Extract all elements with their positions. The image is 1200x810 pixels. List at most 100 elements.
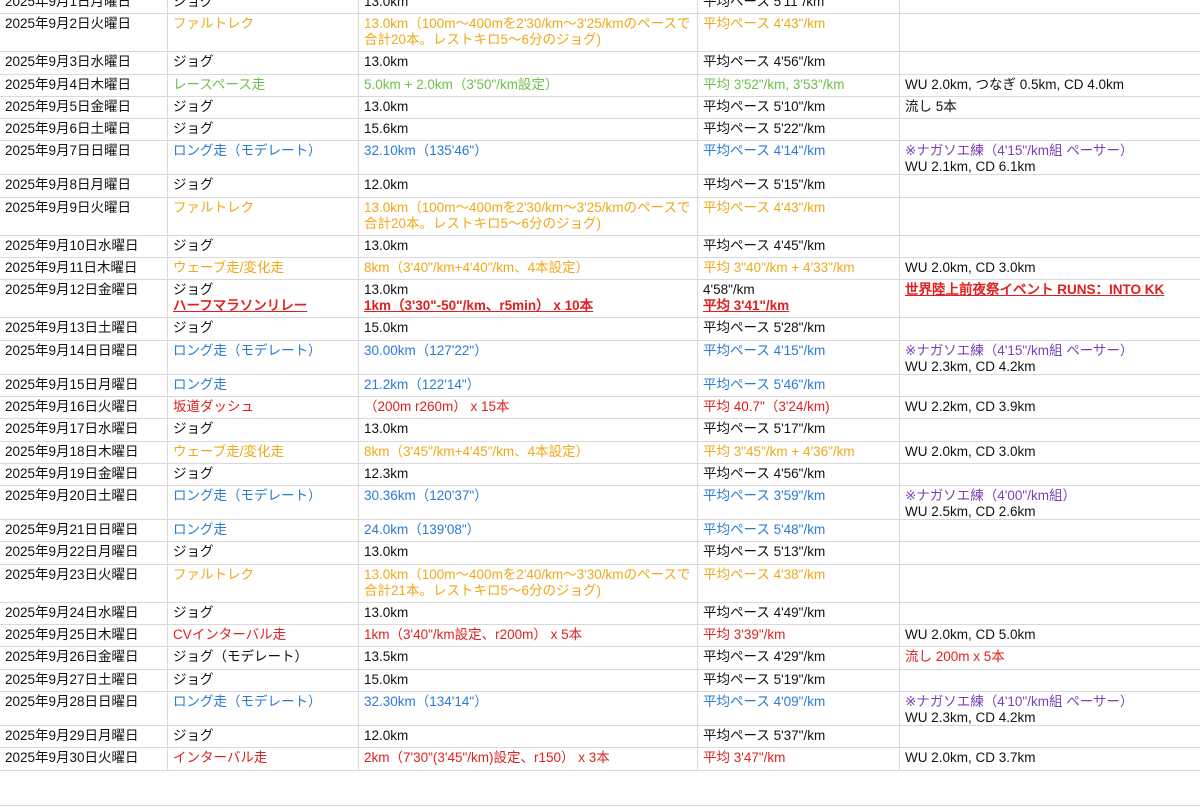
note-cell[interactable] <box>900 236 1200 257</box>
pace-cell[interactable]: 平均ペース 4'09"/km <box>698 691 900 725</box>
date-cell[interactable]: 2025年9月4日木曜日 <box>0 74 168 96</box>
date-cell[interactable]: 2025年9月2日火曜日 <box>0 14 168 52</box>
type-cell[interactable]: ファルトレク <box>168 564 359 602</box>
note-cell[interactable] <box>900 198 1200 235</box>
date-cell[interactable]: 2025年9月28日日曜日 <box>0 691 168 725</box>
distance-cell[interactable]: 13.5km <box>359 647 698 669</box>
table-row[interactable]: 2025年9月24日水曜日 ジョグ 13.0km 平均ペース 4'49"/km <box>0 602 1200 626</box>
type-cell[interactable]: ウェーブ走/変化走 <box>168 258 359 280</box>
table-row[interactable]: 2025年9月14日日曜日 ロング走（モデレート） 30.00km（127'22"）… <box>0 340 1200 375</box>
distance-cell[interactable]: 15.0km <box>359 318 698 340</box>
table-row[interactable]: 2025年9月19日金曜日 ジョグ 12.3km 平均ペース 4'56"/km <box>0 463 1200 487</box>
note-cell[interactable] <box>900 119 1200 140</box>
type-cell[interactable]: ファルトレク <box>168 197 359 235</box>
date-cell[interactable]: 2025年9月1日月曜日 <box>0 0 168 14</box>
type-cell[interactable]: ジョグ <box>168 542 359 564</box>
distance-cell[interactable]: 13.0km <box>359 419 698 441</box>
distance-cell[interactable]: 12.0km <box>359 175 698 197</box>
type-cell[interactable]: ジョグ <box>168 318 359 340</box>
distance-cell[interactable]: （200m r260m） x 15本 <box>359 396 698 419</box>
distance-cell[interactable]: 8km（3'45"/km+4'45"/km、4本設定） <box>359 441 698 463</box>
note-cell[interactable]: ※ナガソエ練（4'00"/km組） WU 2.5km, CD 2.6km <box>900 486 1200 519</box>
pace-cell[interactable]: 平均ペース 5'37"/km <box>698 725 900 748</box>
note-cell[interactable] <box>900 419 1200 440</box>
table-row[interactable]: 2025年9月6日土曜日 ジョグ 15.6km 平均ペース 5'22"/km <box>0 119 1200 142</box>
type-cell[interactable]: ジョグ <box>168 725 359 748</box>
pace-cell[interactable]: 平均ペース 5'28"/km <box>698 318 900 340</box>
pace-cell[interactable]: 平均ペース 4'38"/km <box>698 564 900 602</box>
distance-cell[interactable]: 30.36km（120'37"） <box>359 486 698 520</box>
pace-cell[interactable]: 平均ペース 5'17"/km <box>698 419 900 441</box>
distance-cell[interactable]: 15.6km <box>359 119 698 141</box>
type-cell[interactable]: ロング走（モデレート） <box>168 141 359 175</box>
distance-cell[interactable]: 15.0km <box>359 669 698 691</box>
table-row[interactable]: 2025年9月15日月曜日 ロング走 21.2km（122'14"） 平均ペース 5'… <box>0 374 1200 397</box>
distance-cell[interactable]: 13.0km <box>359 0 698 14</box>
date-cell[interactable]: 2025年9月13日土曜日 <box>0 318 168 340</box>
note-cell[interactable] <box>900 14 1200 51</box>
type-cell[interactable]: ウェーブ走/変化走 <box>168 441 359 463</box>
distance-cell[interactable]: 13.0km <box>359 235 698 258</box>
note-cell[interactable] <box>900 520 1200 541</box>
date-cell[interactable]: 2025年9月7日日曜日 <box>0 141 168 175</box>
date-cell[interactable]: 2025年9月24日水曜日 <box>0 602 168 625</box>
table-row[interactable]: 2025年9月25日木曜日 CVインターバル走 1km（3'40"/km設定、r20… <box>0 625 1200 648</box>
date-cell[interactable]: 2025年9月26日金曜日 <box>0 647 168 669</box>
pace-cell[interactable]: 平均ペース 4'56"/km <box>698 52 900 74</box>
table-row[interactable]: 2025年9月2日火曜日 ファルトレク 13.0km（100m〜400mを2'30/… <box>0 14 1200 53</box>
table-row[interactable]: 2025年9月5日金曜日 ジョグ 13.0km 平均ペース 5'10"/km 流し 5本 <box>0 96 1200 120</box>
date-cell[interactable]: 2025年9月22日月曜日 <box>0 542 168 564</box>
distance-cell[interactable]: 5.0km + 2.0km（3'50"/km設定） <box>359 74 698 96</box>
note-cell[interactable]: ※ナガソエ練（4'10"/km組 ペーサー） WU 2.3km, CD 4.2km <box>900 692 1200 725</box>
distance-cell[interactable]: 13.0km 1km（3'30"-50"/km、r5min） x 10本 <box>359 280 698 318</box>
distance-cell[interactable]: 13.0km（100m〜400mを2'30/km〜3'25/kmのペースで合計2… <box>359 14 698 52</box>
note-cell[interactable]: WU 2.2km, CD 3.9km <box>900 397 1200 418</box>
pace-cell[interactable]: 平均 3"45"/km + 4'36"/km <box>698 441 900 463</box>
distance-cell[interactable]: 12.0km <box>359 725 698 748</box>
type-cell[interactable]: ロング走（モデレート） <box>168 691 359 725</box>
date-cell[interactable]: 2025年9月5日金曜日 <box>0 96 168 119</box>
note-cell[interactable] <box>900 375 1200 396</box>
distance-cell[interactable]: 13.0km（100m〜400mを2'30/km〜3'25/kmのペースで合計2… <box>359 197 698 235</box>
table-row[interactable]: 2025年9月23日火曜日 ファルトレク 13.0km（100m〜400mを2'40… <box>0 564 1200 603</box>
pace-cell[interactable]: 平均ペース 5'46"/km <box>698 374 900 396</box>
date-cell[interactable]: 2025年9月3日水曜日 <box>0 52 168 74</box>
table-row[interactable]: 2025年9月30日火曜日 インターバル走 2km（7'30"(3'45"/km)設… <box>0 748 1200 771</box>
type-cell[interactable]: ジョグ ハーフマラソンリレー <box>168 280 359 318</box>
table-row[interactable]: 2025年9月10日水曜日 ジョグ 13.0km 平均ペース 4'45"/km <box>0 235 1200 259</box>
date-cell[interactable]: 2025年9月16日火曜日 <box>0 396 168 419</box>
table-row[interactable]: 2025年9月17日水曜日 ジョグ 13.0km 平均ペース 5'17"/km <box>0 419 1200 442</box>
date-cell[interactable]: 2025年9月21日日曜日 <box>0 520 168 542</box>
pace-cell[interactable]: 平均 40.7"（3'24/km) <box>698 396 900 419</box>
date-cell[interactable]: 2025年9月11日木曜日 <box>0 258 168 280</box>
distance-cell[interactable]: 24.0km（139'08"） <box>359 520 698 542</box>
pace-cell[interactable]: 平均ペース 5'11"/km <box>698 0 900 14</box>
type-cell[interactable]: ジョグ（モデレート） <box>168 647 359 669</box>
table-row[interactable]: 2025年9月16日火曜日 坂道ダッシュ （200m r260m） x 15本 平均 … <box>0 396 1200 420</box>
note-cell[interactable]: WU 2.0km, つなぎ 0.5km, CD 4.0km <box>900 75 1200 96</box>
pace-cell[interactable]: 平均ペース 4'43"/km <box>698 14 900 52</box>
date-cell[interactable]: 2025年9月6日土曜日 <box>0 119 168 141</box>
pace-cell[interactable]: 4'58"/km 平均 3'41"/km <box>698 280 900 318</box>
type-cell[interactable]: ロング走 <box>168 520 359 542</box>
table-row[interactable]: 2025年9月18日木曜日 ウェーブ走/変化走 8km（3'45"/km+4'45"… <box>0 441 1200 464</box>
table-row[interactable]: 2025年9月12日金曜日 ジョグ ハーフマラソンリレー 13.0km 1km（3'30… <box>0 280 1200 319</box>
date-cell[interactable]: 2025年9月25日木曜日 <box>0 625 168 647</box>
note-cell[interactable]: 流し 200m x 5本 <box>900 647 1200 668</box>
table-row[interactable]: 2025年9月27日土曜日 ジョグ 15.0km 平均ペース 5'19"/km <box>0 669 1200 692</box>
pace-cell[interactable]: 平均 3"40"/km + 4'33"/km <box>698 258 900 280</box>
distance-cell[interactable]: 12.3km <box>359 463 698 486</box>
date-cell[interactable]: 2025年9月15日月曜日 <box>0 374 168 396</box>
pace-cell[interactable]: 平均ペース 4'15"/km <box>698 340 900 374</box>
pace-cell[interactable]: 平均ペース 5'19"/km <box>698 669 900 691</box>
pace-cell[interactable]: 平均ペース 4'56"/km <box>698 463 900 486</box>
pace-cell[interactable]: 平均ペース 3'59"/km <box>698 486 900 520</box>
note-cell[interactable]: WU 2.0km, CD 3.7km <box>900 748 1200 769</box>
date-cell[interactable]: 2025年9月29日月曜日 <box>0 725 168 748</box>
table-row[interactable]: 2025年9月26日金曜日 ジョグ（モデレート） 13.5km 平均ペース 4'29"… <box>0 647 1200 670</box>
pace-cell[interactable]: 平均ペース 5'10"/km <box>698 96 900 119</box>
distance-cell[interactable]: 13.0km <box>359 542 698 564</box>
date-cell[interactable]: 2025年9月23日火曜日 <box>0 564 168 602</box>
table-row[interactable]: 2025年9月13日土曜日 ジョグ 15.0km 平均ペース 5'28"/km <box>0 318 1200 341</box>
table-row[interactable]: 2025年9月3日水曜日 ジョグ 13.0km 平均ペース 4'56"/km <box>0 52 1200 75</box>
